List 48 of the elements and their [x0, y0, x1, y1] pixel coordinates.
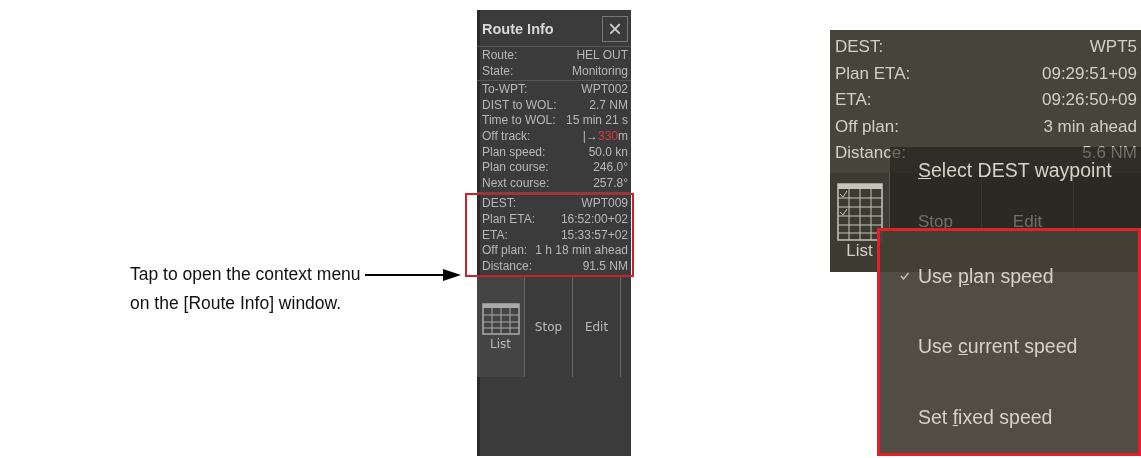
close-button[interactable]: ×: [602, 16, 628, 42]
table-icon: [836, 183, 883, 242]
menu-item[interactable]: Use current speed: [918, 335, 1078, 359]
field-value: 2.7 NM: [589, 97, 628, 114]
field-label: DEST:: [482, 196, 516, 212]
caption-text: on the [Route Info] window.: [130, 292, 342, 315]
table-icon: [481, 303, 520, 336]
field-value: 91.5 NM: [582, 258, 628, 275]
arrow-icon: [364, 268, 461, 281]
field-label: Off track:: [482, 128, 531, 145]
field-value: WPT5: [1089, 36, 1137, 58]
field-value: 15 min 21 s: [565, 113, 628, 129]
field-label: Time to WOL:: [482, 113, 556, 129]
field-value: 246.0°: [593, 160, 628, 176]
list-button[interactable]: List: [477, 277, 525, 378]
field-label: ETA:: [482, 227, 508, 244]
field-label: Route:: [482, 48, 518, 64]
field-value: 3 min ahead: [1043, 115, 1137, 138]
field-value: HEL OUT: [576, 48, 628, 64]
field-label: Off plan:: [482, 243, 528, 259]
field-value: 09:26:50+09: [1042, 89, 1137, 111]
menu-item[interactable]: Set fixed speed: [918, 406, 1053, 430]
field-label: Plan ETA:: [482, 211, 536, 228]
field-value: |→330m: [582, 128, 628, 145]
field-value: 16:52:00+02: [560, 211, 628, 228]
field-value: 1 h 18 min ahead: [535, 243, 628, 259]
field-value: WPT009: [581, 196, 628, 212]
field-value: 50.0 kn: [588, 144, 628, 161]
caption-text: Tap to open the context menu: [130, 263, 361, 286]
field-label: ETA:: [835, 89, 872, 111]
field-label: Plan ETA:: [835, 62, 911, 85]
field-value: 15:33:57+02: [560, 227, 628, 244]
field-value: 5.6 NM: [1082, 142, 1137, 162]
field-value: 257.8°: [593, 175, 628, 192]
field-label: To-WPT:: [482, 82, 528, 98]
field-value: 09:29:51+09: [1042, 62, 1137, 85]
field-label: Plan course:: [482, 160, 549, 176]
window-title: Route Info: [482, 21, 554, 37]
field-label: Plan speed:: [482, 144, 546, 161]
field-label: Next course:: [482, 175, 550, 192]
field-label: State:: [482, 63, 514, 80]
field-label: DIST to WOL:: [482, 97, 557, 114]
field-label: DEST:: [835, 36, 884, 58]
field-label: Distance:: [835, 142, 906, 164]
field-value: WPT002: [581, 82, 628, 98]
field-label: Distance:: [482, 258, 533, 275]
field-value: Monitoring: [571, 63, 628, 80]
field-label: Off plan:: [835, 115, 899, 138]
